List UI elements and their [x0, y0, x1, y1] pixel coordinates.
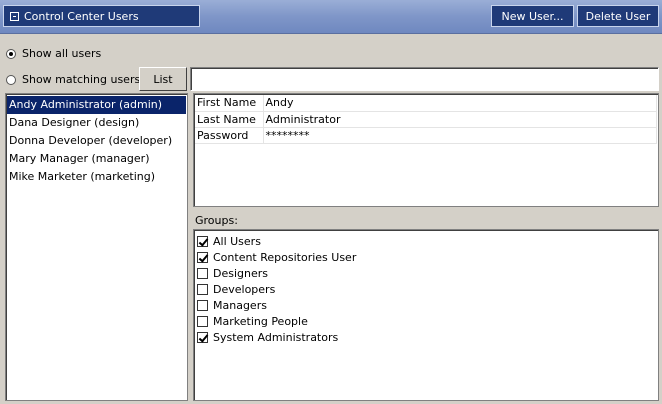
user-list-item[interactable]: Mary Manager (manager)	[7, 150, 186, 168]
user-properties-table: First Name Andy Last Name Administrator Pass…	[195, 95, 657, 144]
group-label: System Administrators	[213, 330, 339, 344]
property-value[interactable]: Andy	[263, 95, 657, 112]
group-item[interactable]: Designers	[195, 265, 657, 281]
show-matching-label: Show matching users:	[22, 73, 144, 86]
panel-splitter[interactable]	[193, 207, 659, 211]
users-list[interactable]: Andy Administrator (admin) Dana Designer …	[5, 93, 188, 401]
group-label: Marketing People	[213, 314, 308, 328]
group-item[interactable]: System Administrators	[195, 329, 657, 345]
show-all-users-option[interactable]: Show all users	[6, 47, 101, 60]
group-item[interactable]: Content Repositories User	[195, 249, 657, 265]
user-list-item[interactable]: Donna Developer (developer)	[7, 132, 186, 150]
groups-list[interactable]: All Users Content Repositories User Design…	[193, 229, 659, 401]
groups-label: Groups:	[193, 212, 659, 229]
group-label: Designers	[213, 266, 268, 280]
show-matching-radio[interactable]	[6, 74, 16, 85]
list-button[interactable]: List	[139, 67, 187, 91]
user-properties-panel: First Name Andy Last Name Administrator Pass…	[193, 93, 659, 207]
window-icon	[10, 11, 19, 21]
group-checkbox[interactable]	[197, 283, 208, 295]
group-checkbox[interactable]	[197, 251, 208, 263]
property-key: Last Name	[195, 111, 264, 128]
group-item[interactable]: Developers	[195, 281, 657, 297]
show-matching-users-option[interactable]: Show matching users:	[6, 73, 144, 86]
group-checkbox[interactable]	[197, 299, 208, 311]
show-all-label: Show all users	[22, 47, 102, 60]
property-row: Password ********	[195, 127, 657, 144]
group-label: Managers	[213, 298, 267, 312]
match-users-input[interactable]	[190, 67, 659, 91]
group-label: All Users	[213, 234, 261, 248]
group-checkbox[interactable]	[197, 235, 208, 247]
user-list-item[interactable]: Andy Administrator (admin)	[7, 96, 186, 114]
group-checkbox[interactable]	[197, 315, 208, 327]
window-title: Control Center Users	[24, 9, 139, 23]
user-list-item[interactable]: Dana Designer (design)	[7, 114, 186, 132]
new-user-button[interactable]: New User...	[491, 5, 574, 27]
property-value[interactable]: Administrator	[263, 111, 657, 128]
group-checkbox[interactable]	[197, 331, 208, 343]
property-key: First Name	[195, 95, 264, 112]
property-row: Last Name Administrator	[195, 111, 657, 128]
group-label: Developers	[213, 282, 276, 296]
property-row: First Name Andy	[195, 95, 657, 112]
group-item[interactable]: All Users	[195, 233, 657, 249]
group-item[interactable]: Marketing People	[195, 313, 657, 329]
property-value[interactable]: ********	[263, 127, 657, 144]
delete-user-button[interactable]: Delete User	[577, 5, 659, 27]
window-title-box: Control Center Users	[3, 5, 200, 27]
group-item[interactable]: Managers	[195, 297, 657, 313]
property-key: Password	[195, 127, 264, 144]
title-bar: Control Center Users New User... Delete …	[0, 0, 662, 34]
show-all-radio[interactable]	[6, 48, 16, 59]
user-list-item[interactable]: Mike Marketer (marketing)	[7, 168, 186, 186]
group-label: Content Repositories User	[213, 250, 357, 264]
group-checkbox[interactable]	[197, 267, 208, 279]
